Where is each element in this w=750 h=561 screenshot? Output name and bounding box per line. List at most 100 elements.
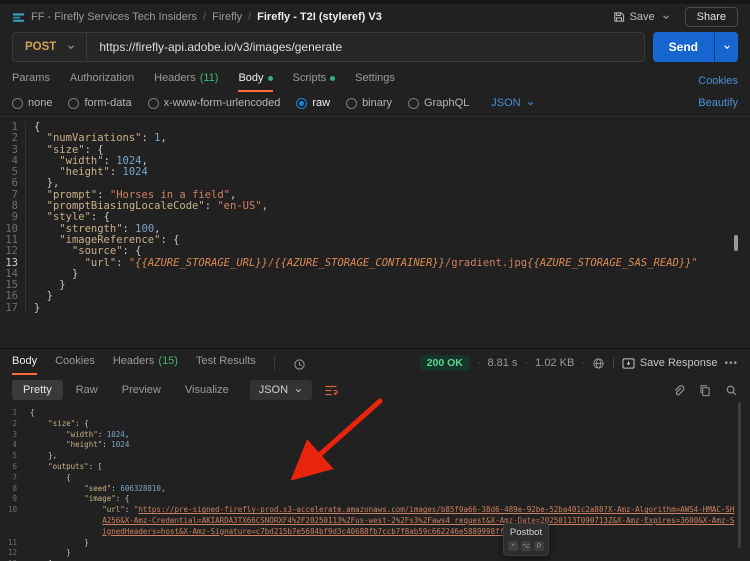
- code-token: : {: [115, 494, 130, 504]
- send-label[interactable]: Send: [652, 32, 714, 62]
- body-mode-binary[interactable]: binary: [346, 97, 392, 109]
- tab-body[interactable]: Body: [238, 72, 273, 92]
- body-mode-raw[interactable]: raw: [296, 97, 330, 109]
- save-label: Save: [629, 11, 655, 23]
- more-options-button[interactable]: •••: [724, 358, 738, 369]
- request-tabs: Params Authorization Headers (11) Body Script…: [0, 68, 750, 92]
- copy-link-paperclip-icon[interactable]: [672, 384, 685, 397]
- breadcrumb: FF - Firefly Services Tech Insiders / Fi…: [12, 11, 382, 24]
- response-code-line: 8 "seed": 606328810,: [0, 484, 750, 495]
- stat-separator: ·: [581, 357, 585, 369]
- line-number: 9: [12, 494, 17, 504]
- save-button[interactable]: Save: [613, 11, 655, 23]
- code-token: :: [204, 200, 218, 213]
- code-token: },: [48, 451, 58, 461]
- url-bar: POST https://firefly-api.adobe.io/v3/ima…: [12, 32, 645, 62]
- beautify-link[interactable]: Beautify: [698, 97, 738, 109]
- request-url-input[interactable]: https://firefly-api.adobe.io/v3/images/g…: [87, 40, 342, 54]
- send-button[interactable]: Send: [652, 32, 738, 62]
- response-tab-label: Cookies: [55, 355, 95, 367]
- response-history-clock-icon[interactable]: [293, 358, 306, 375]
- code-token: ,: [160, 483, 166, 493]
- save-response-button[interactable]: Save Response: [622, 357, 718, 369]
- status-badge[interactable]: 200 OK: [419, 355, 470, 371]
- response-body-editor[interactable]: 1{2 "size": {3 "width": 1024, 4 "height":…: [0, 405, 750, 561]
- response-code-line: 12 }: [0, 548, 750, 559]
- cookies-link[interactable]: Cookies: [698, 75, 738, 87]
- request-code-line: 15 }: [0, 279, 750, 292]
- code-token: "width": [66, 429, 98, 439]
- response-tab-body[interactable]: Body: [12, 355, 38, 375]
- code-token: "outputs": [48, 461, 89, 471]
- line-number: 10: [7, 505, 17, 515]
- body-mode-form-data[interactable]: form-data: [68, 97, 132, 109]
- body-mode-graphql[interactable]: GraphQL: [408, 97, 469, 109]
- tab-headers[interactable]: Headers (11): [154, 72, 218, 92]
- request-code-lines: 1{2 "numVariations": 1, 3 "size": {4 "wid…: [0, 121, 750, 315]
- code-token: ,: [261, 200, 268, 213]
- response-language-select[interactable]: JSON: [249, 380, 313, 400]
- body-mode-none[interactable]: none: [12, 97, 52, 109]
- save-chevron-down-icon[interactable]: [661, 12, 671, 22]
- view-visualize[interactable]: Visualize: [174, 380, 240, 400]
- code-token: },: [46, 177, 60, 190]
- code-token: : {: [122, 245, 142, 258]
- unsaved-changes-dot: [267, 75, 273, 81]
- floppy-icon: [613, 11, 625, 23]
- response-image-url-link[interactable]: https://pre-signed-firefly-prod.s3-accel…: [102, 505, 734, 536]
- tab-authorization[interactable]: Authorization: [70, 72, 134, 92]
- stat-separator: ·: [476, 357, 481, 369]
- breadcrumb-workspace[interactable]: FF - Firefly Services Tech Insiders: [31, 11, 197, 23]
- tab-settings[interactable]: Settings: [355, 72, 395, 92]
- radio-icon: [68, 97, 80, 109]
- copy-icon[interactable]: [699, 384, 711, 397]
- response-code-line: 3 "width": 1024,: [0, 430, 750, 441]
- body-mode-label: GraphQL: [424, 97, 470, 109]
- postbot-keycap: ⌥: [521, 541, 531, 551]
- body-mode-x-www-form-urlencoded[interactable]: x-www-form-urlencoded: [147, 97, 280, 109]
- tab-params[interactable]: Params: [12, 72, 50, 92]
- share-button[interactable]: Share: [684, 7, 738, 27]
- line-content: {: [30, 473, 71, 484]
- response-tab-test-results[interactable]: Test Results: [196, 355, 256, 375]
- code-token: {{AZURE_STORAGE_SAS_READ}}: [527, 256, 692, 269]
- response-size[interactable]: 1.02 KB: [535, 357, 574, 369]
- radio-icon: [12, 97, 23, 109]
- tab-scripts[interactable]: Scripts: [293, 72, 336, 92]
- view-preview[interactable]: Preview: [111, 380, 172, 400]
- chevron-down-icon: [527, 101, 533, 105]
- response-tab-label: Headers: [112, 355, 155, 367]
- network-info-globe-icon[interactable]: [592, 357, 605, 370]
- request-code-line: 16 }: [0, 291, 750, 303]
- request-editor-scrollbar[interactable]: [734, 235, 738, 251]
- response-code-line: 2 "size": {: [0, 419, 750, 430]
- code-token: {{AZURE_STORAGE_CONTAINER}}: [274, 256, 445, 269]
- line-wrap-icon[interactable]: [324, 384, 338, 397]
- response-tab-cookies[interactable]: Cookies: [55, 355, 95, 375]
- code-token: :: [97, 188, 110, 201]
- response-code-line: 9 "image": {: [0, 494, 750, 505]
- line-content: "url": "{{AZURE_STORAGE_URL}}/{{AZURE_ST…: [34, 256, 698, 269]
- view-raw[interactable]: Raw: [65, 380, 109, 400]
- send-chevron-down-icon[interactable]: [714, 32, 738, 62]
- response-editor-scrollbar[interactable]: [738, 402, 741, 548]
- breadcrumb-folder[interactable]: Firefly: [212, 11, 242, 23]
- body-mode-label: none: [28, 97, 53, 109]
- response-tab-headers[interactable]: Headers (15): [113, 355, 178, 375]
- request-language-select[interactable]: JSON: [491, 97, 534, 109]
- line-content: "image": {: [30, 494, 129, 505]
- view-pretty[interactable]: Pretty: [12, 380, 63, 400]
- tab-tab-label: Authorization: [69, 72, 135, 84]
- code-token: }: [59, 279, 66, 292]
- method-selector[interactable]: POST: [13, 33, 86, 61]
- request-body-editor[interactable]: 1{2 "numVariations": 1, 3 "size": {4 "wid…: [0, 116, 750, 348]
- response-time[interactable]: 8.81 s: [488, 357, 518, 369]
- line-number: 2: [0, 132, 26, 145]
- search-icon[interactable]: [725, 384, 738, 397]
- save-response-label: Save Response: [639, 357, 718, 369]
